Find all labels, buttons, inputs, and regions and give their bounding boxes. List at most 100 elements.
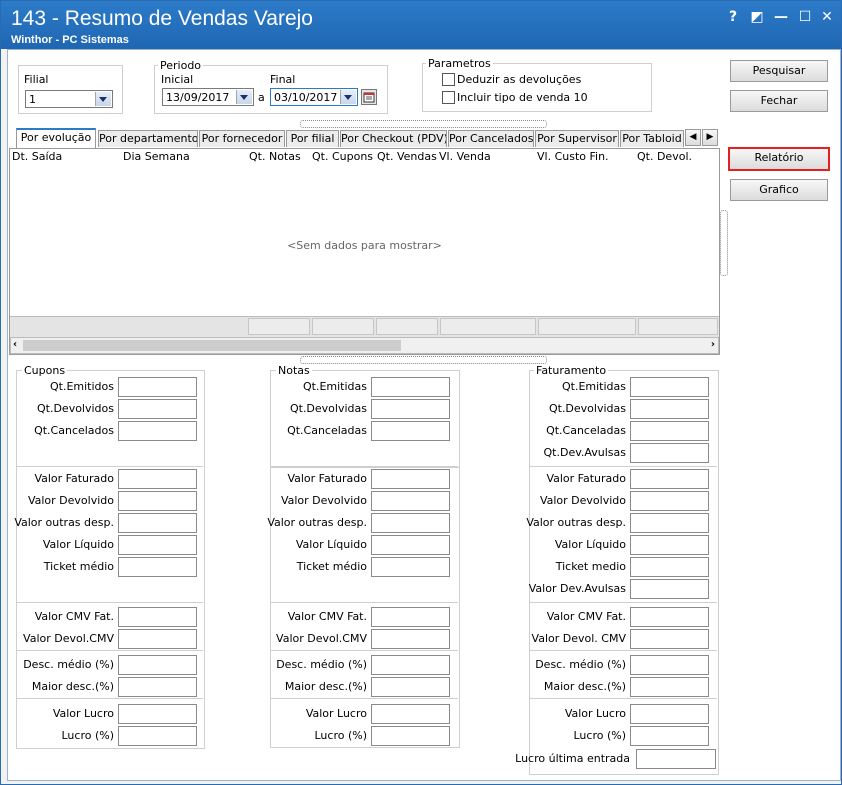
faturamento-row-field[interactable]: [630, 535, 709, 555]
notas-row-field[interactable]: [371, 513, 450, 533]
faturamento-row-field[interactable]: [630, 491, 709, 511]
notas-row-field[interactable]: [371, 399, 450, 419]
faturamento-row-field[interactable]: [630, 443, 709, 463]
notas-row-field[interactable]: [371, 677, 450, 697]
scroll-left-icon[interactable]: ‹: [13, 339, 17, 350]
top-splitter[interactable]: [300, 120, 547, 128]
grafico-button[interactable]: Grafico: [730, 179, 828, 201]
cupons-row-field[interactable]: [118, 535, 197, 555]
cupons-row-label: Valor Devol.CMV: [23, 632, 114, 645]
faturamento-row-field[interactable]: [630, 399, 709, 419]
notas-row-field[interactable]: [371, 535, 450, 555]
tab-por-supervisor[interactable]: Por Supervisor: [535, 130, 619, 147]
notas-row-field[interactable]: [371, 491, 450, 511]
col-vl-custo-fin[interactable]: Vl. Custo Fin.: [537, 150, 609, 163]
col-dt-saida[interactable]: Dt. Saída: [12, 150, 62, 163]
scroll-right-icon[interactable]: ›: [711, 339, 715, 350]
calendar-icon[interactable]: [361, 89, 377, 105]
notas-row-label: Valor Lucro: [305, 707, 367, 720]
cupons-row-field[interactable]: [118, 677, 197, 697]
fechar-button[interactable]: Fechar: [730, 90, 828, 112]
notas-row-field[interactable]: [371, 557, 450, 577]
notas-row-field[interactable]: [371, 704, 450, 724]
notas-row-field[interactable]: [371, 629, 450, 649]
close-icon[interactable]: ✕: [817, 9, 837, 25]
cupons-row-field[interactable]: [118, 629, 197, 649]
minimize-icon[interactable]: —: [771, 9, 791, 25]
notas-row-field[interactable]: [371, 655, 450, 675]
cupons-row-field[interactable]: [118, 513, 197, 533]
notas-row-field[interactable]: [371, 377, 450, 397]
tab-por-cancelados[interactable]: Por Cancelados: [448, 130, 534, 147]
cupons-row-field[interactable]: [118, 377, 197, 397]
cupons-row-field[interactable]: [118, 655, 197, 675]
col-qt-devol[interactable]: Qt. Devol.: [637, 150, 692, 163]
faturamento-row-field[interactable]: [630, 377, 709, 397]
tab-por-evolucao[interactable]: Por evolução: [16, 128, 96, 148]
faturamento-row-field[interactable]: [630, 726, 709, 746]
right-splitter[interactable]: [720, 210, 728, 276]
faturamento-row-label: Valor Faturado: [546, 472, 626, 485]
incluir-checkbox[interactable]: [442, 91, 455, 104]
tab-scroll-left-icon[interactable]: ◀: [685, 129, 701, 146]
tab-por-filial[interactable]: Por filial: [286, 130, 339, 147]
notas-separator: [270, 602, 458, 603]
faturamento-row-field[interactable]: [630, 607, 709, 627]
chevron-down-icon[interactable]: [95, 92, 111, 106]
faturamento-row-field[interactable]: [630, 557, 709, 577]
faturamento-row-field[interactable]: [630, 469, 709, 489]
notas-row-field[interactable]: [371, 421, 450, 441]
title-bar: 143 - Resumo de Vendas Varejo Winthor - …: [1, 1, 841, 49]
faturamento-row-field[interactable]: [630, 513, 709, 533]
restore-icon[interactable]: ◩: [747, 9, 767, 25]
notas-row-field[interactable]: [371, 726, 450, 746]
footer-cell: [440, 318, 536, 335]
notas-row-field[interactable]: [371, 607, 450, 627]
faturamento-separator: [529, 602, 717, 603]
faturamento-row-field[interactable]: [630, 579, 709, 599]
cupons-row-field[interactable]: [118, 469, 197, 489]
faturamento-row-label: Valor Lucro: [564, 707, 626, 720]
scroll-thumb[interactable]: [23, 340, 401, 351]
faturamento-row-field[interactable]: [636, 749, 716, 769]
cupons-row-field[interactable]: [118, 726, 197, 746]
deduzir-checkbox[interactable]: [442, 73, 455, 86]
cupons-row-field[interactable]: [118, 704, 197, 724]
col-qt-cupons[interactable]: Qt. Cupons: [312, 150, 373, 163]
col-qt-vendas[interactable]: Qt. Vendas: [377, 150, 437, 163]
relatorio-button[interactable]: Relatório: [728, 147, 830, 171]
col-vl-venda[interactable]: Vl. Venda: [439, 150, 491, 163]
chevron-down-icon[interactable]: [340, 90, 356, 104]
faturamento-row-field[interactable]: [630, 704, 709, 724]
tab-scroll-right-icon[interactable]: ▶: [702, 129, 718, 146]
faturamento-row-field[interactable]: [630, 629, 709, 649]
tab-por-checkout[interactable]: Por Checkout (PDV): [340, 130, 447, 147]
pesquisar-button[interactable]: Pesquisar: [730, 60, 828, 82]
cupons-row-field[interactable]: [118, 557, 197, 577]
cupons-row-field[interactable]: [118, 421, 197, 441]
tab-por-fornecedor[interactable]: Por fornecedor: [199, 130, 285, 147]
filial-select[interactable]: 1: [25, 90, 113, 108]
col-qt-notas[interactable]: Qt. Notas: [249, 150, 301, 163]
inicial-date[interactable]: 13/09/2017: [162, 88, 254, 106]
help-icon[interactable]: ?: [723, 9, 743, 25]
data-grid[interactable]: Dt. Saída Dia Semana Qt. Notas Qt. Cupon…: [9, 148, 720, 355]
maximize-icon[interactable]: ☐: [795, 9, 815, 25]
bottom-splitter[interactable]: [300, 356, 547, 364]
cupons-row-field[interactable]: [118, 491, 197, 511]
window-title: 143 - Resumo de Vendas Varejo: [11, 7, 313, 30]
faturamento-row-field[interactable]: [630, 421, 709, 441]
final-date[interactable]: 03/10/2017: [270, 88, 358, 106]
col-dia-semana[interactable]: Dia Semana: [123, 150, 190, 163]
chevron-down-icon[interactable]: [236, 90, 252, 104]
cupons-row-field[interactable]: [118, 399, 197, 419]
tab-por-departamento[interactable]: Por departamento: [98, 130, 198, 147]
horizontal-scrollbar[interactable]: ‹ ›: [10, 337, 719, 354]
tab-por-tabloid[interactable]: Por Tabloid: [620, 130, 684, 147]
cupons-row-label: Valor Lucro: [52, 707, 114, 720]
inicial-label: Inicial: [161, 73, 194, 86]
faturamento-row-field[interactable]: [630, 677, 709, 697]
notas-row-field[interactable]: [371, 469, 450, 489]
cupons-row-field[interactable]: [118, 607, 197, 627]
faturamento-row-field[interactable]: [630, 655, 709, 675]
